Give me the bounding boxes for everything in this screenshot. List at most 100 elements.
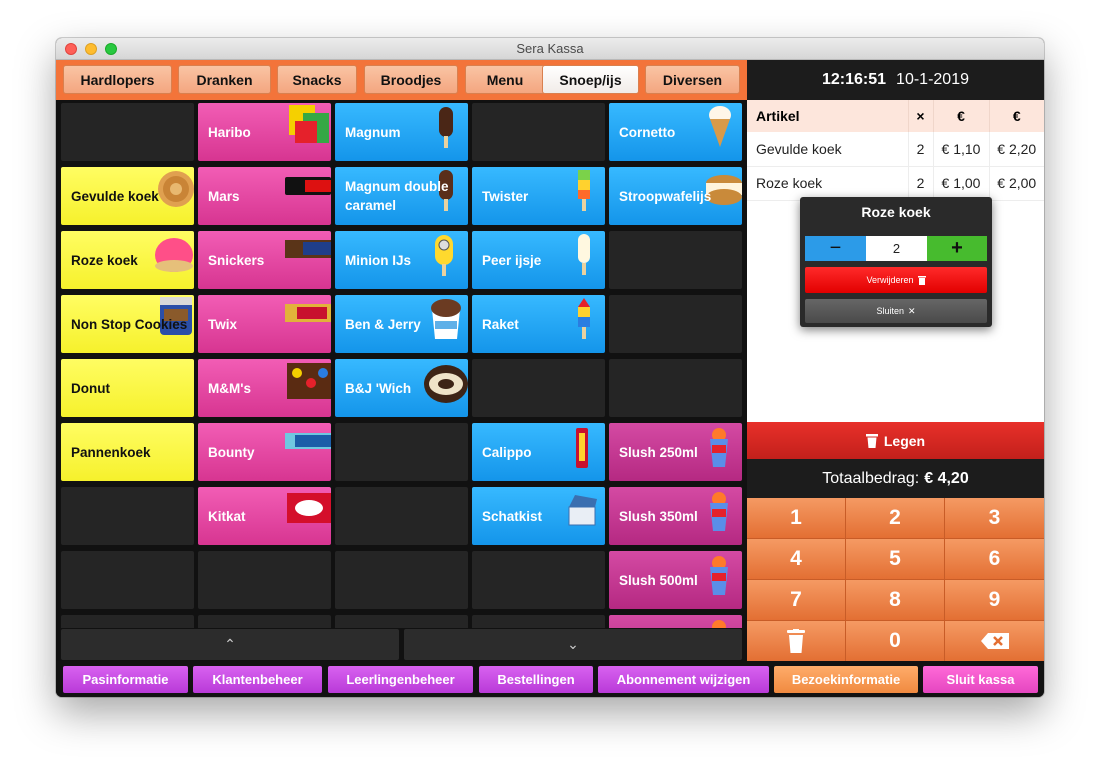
- product-mars[interactable]: Mars: [198, 167, 331, 225]
- clear-order-label: Legen: [883, 432, 926, 449]
- abonnement-wijzigen-button[interactable]: Abonnement wijzigen: [598, 666, 769, 693]
- product-peer-ijsje[interactable]: Peer ijsje: [472, 231, 605, 289]
- product-slush-350[interactable]: Slush 350ml: [609, 487, 742, 545]
- product-slush-500[interactable]: Slush 500ml: [609, 551, 742, 609]
- empty-cell: [472, 359, 605, 417]
- product-donut[interactable]: Donut: [61, 359, 194, 417]
- kitkat-image: [287, 493, 331, 523]
- order-table-header: Artikel × € €: [747, 100, 1044, 132]
- order-item-qty: 2: [908, 166, 934, 201]
- total-label: Totaalbedrag:: [822, 469, 920, 487]
- tab-diversen[interactable]: Diversen: [645, 65, 740, 94]
- product-cornetto[interactable]: Cornetto: [609, 103, 742, 161]
- empty-cell: [335, 487, 468, 545]
- bj-wich-image: [424, 365, 468, 403]
- edit-item-popup: Roze koek − 2 + Verwijderen Sluiten ✕: [800, 197, 992, 327]
- product-snickers[interactable]: Snickers: [198, 231, 331, 289]
- product-non-stop-cookies[interactable]: Non Stop Cookies: [61, 295, 194, 353]
- order-row[interactable]: Gevulde koek 2 € 1,10 € 2,20: [747, 132, 1044, 167]
- key-8[interactable]: 8: [846, 580, 944, 620]
- sluit-kassa-button[interactable]: Sluit kassa: [923, 666, 1038, 693]
- product-slush-250[interactable]: Slush 250ml: [609, 423, 742, 481]
- app-window: Sera Kassa Hardlopers Dranken Snacks Bro…: [56, 38, 1044, 697]
- key-0[interactable]: 0: [846, 621, 944, 661]
- key-6[interactable]: 6: [945, 539, 1044, 579]
- product-minion-ijs[interactable]: Minion IJs: [335, 231, 468, 289]
- minimize-window-button[interactable]: [85, 43, 97, 55]
- key-9[interactable]: 9: [945, 580, 1044, 620]
- product-calippo[interactable]: Calippo: [472, 423, 605, 481]
- twister-image: [578, 170, 590, 211]
- close-popup-button[interactable]: Sluiten ✕: [805, 299, 987, 323]
- slush-350-image: [710, 492, 728, 531]
- product-bounty[interactable]: Bounty: [198, 423, 331, 481]
- schatkist-image: [568, 495, 597, 526]
- product-slush-partial[interactable]: [609, 615, 742, 628]
- product-twister[interactable]: Twister: [472, 167, 605, 225]
- haribo-image: [289, 105, 329, 143]
- product-roze-koek[interactable]: Roze koek: [61, 231, 194, 289]
- tab-menu[interactable]: Menu: [465, 65, 545, 94]
- slush-250-image: [710, 428, 728, 467]
- product-kitkat[interactable]: Kitkat: [198, 487, 331, 545]
- key-clear[interactable]: [747, 621, 845, 661]
- backspace-icon: [980, 633, 1009, 649]
- leerlingenbeheer-button[interactable]: Leerlingenbeheer: [328, 666, 473, 693]
- product-magnum-double-caramel[interactable]: Magnum double caramel: [335, 167, 468, 225]
- column-header-price: €: [933, 100, 990, 132]
- order-item-total: € 2,20: [989, 132, 1044, 167]
- order-item-name: Gevulde koek: [747, 132, 909, 167]
- increase-quantity-button[interactable]: +: [927, 236, 987, 261]
- trash-icon: [865, 433, 878, 448]
- trash-icon: [787, 629, 805, 653]
- product-label: Minion IJs: [345, 252, 412, 268]
- maximize-window-button[interactable]: [105, 43, 117, 55]
- order-item-price: € 1,10: [933, 132, 990, 167]
- bestellingen-button[interactable]: Bestellingen: [479, 666, 593, 693]
- decrease-quantity-button[interactable]: −: [805, 236, 866, 261]
- tab-snoep-ijs[interactable]: Snoep/ijs: [542, 65, 639, 94]
- product-schatkist[interactable]: Schatkist: [472, 487, 605, 545]
- product-ben-jerry[interactable]: Ben & Jerry: [335, 295, 468, 353]
- key-3[interactable]: 3: [945, 498, 1044, 538]
- tab-hardlopers[interactable]: Hardlopers: [63, 65, 172, 94]
- product-label: Bounty: [208, 444, 255, 460]
- clear-order-button[interactable]: Legen: [747, 422, 1044, 459]
- bottom-action-bar: Pasinformatie Klantenbeheer Leerlingenbe…: [56, 661, 1044, 697]
- product-gevulde-koek[interactable]: Gevulde koek: [61, 167, 194, 225]
- key-5[interactable]: 5: [846, 539, 944, 579]
- snickers-image: [285, 240, 331, 258]
- key-backspace[interactable]: [945, 621, 1044, 661]
- product-raket[interactable]: Raket: [472, 295, 605, 353]
- product-pannenkoek[interactable]: Pannenkoek: [61, 423, 194, 481]
- tab-dranken[interactable]: Dranken: [178, 65, 271, 94]
- product-twix[interactable]: Twix: [198, 295, 331, 353]
- scroll-down-button[interactable]: ⌄: [404, 629, 742, 660]
- roze-koek-image: [155, 238, 193, 272]
- product-mms[interactable]: M&M's: [198, 359, 331, 417]
- product-stroopwafelijs[interactable]: Stroopwafelijs: [609, 167, 742, 225]
- trash-icon: [917, 275, 926, 285]
- key-7[interactable]: 7: [747, 580, 845, 620]
- close-window-button[interactable]: [65, 43, 77, 55]
- tab-snacks[interactable]: Snacks: [277, 65, 357, 94]
- column-header-artikel: Artikel: [747, 100, 909, 132]
- tab-broodjes[interactable]: Broodjes: [364, 65, 458, 94]
- klantenbeheer-button[interactable]: Klantenbeheer: [193, 666, 322, 693]
- quantity-input[interactable]: 2: [866, 236, 927, 261]
- remove-item-button[interactable]: Verwijderen: [805, 267, 987, 293]
- key-1[interactable]: 1: [747, 498, 845, 538]
- key-4[interactable]: 4: [747, 539, 845, 579]
- scroll-up-button[interactable]: ⌃: [61, 629, 399, 660]
- title-bar[interactable]: Sera Kassa: [56, 38, 1044, 60]
- order-row[interactable]: Roze koek 2 € 1,00 € 2,00: [747, 166, 1044, 201]
- window-title: Sera Kassa: [516, 41, 584, 56]
- key-2[interactable]: 2: [846, 498, 944, 538]
- product-haribo[interactable]: Haribo: [198, 103, 331, 161]
- bezoekinformatie-button[interactable]: Bezoekinformatie: [774, 666, 918, 693]
- product-bj-wich[interactable]: B&J 'Wich: [335, 359, 468, 417]
- product-magnum[interactable]: Magnum: [335, 103, 468, 161]
- pasinformatie-button[interactable]: Pasinformatie: [63, 666, 188, 693]
- chevron-up-icon: ⌃: [224, 636, 236, 652]
- magnum-image: [439, 107, 453, 148]
